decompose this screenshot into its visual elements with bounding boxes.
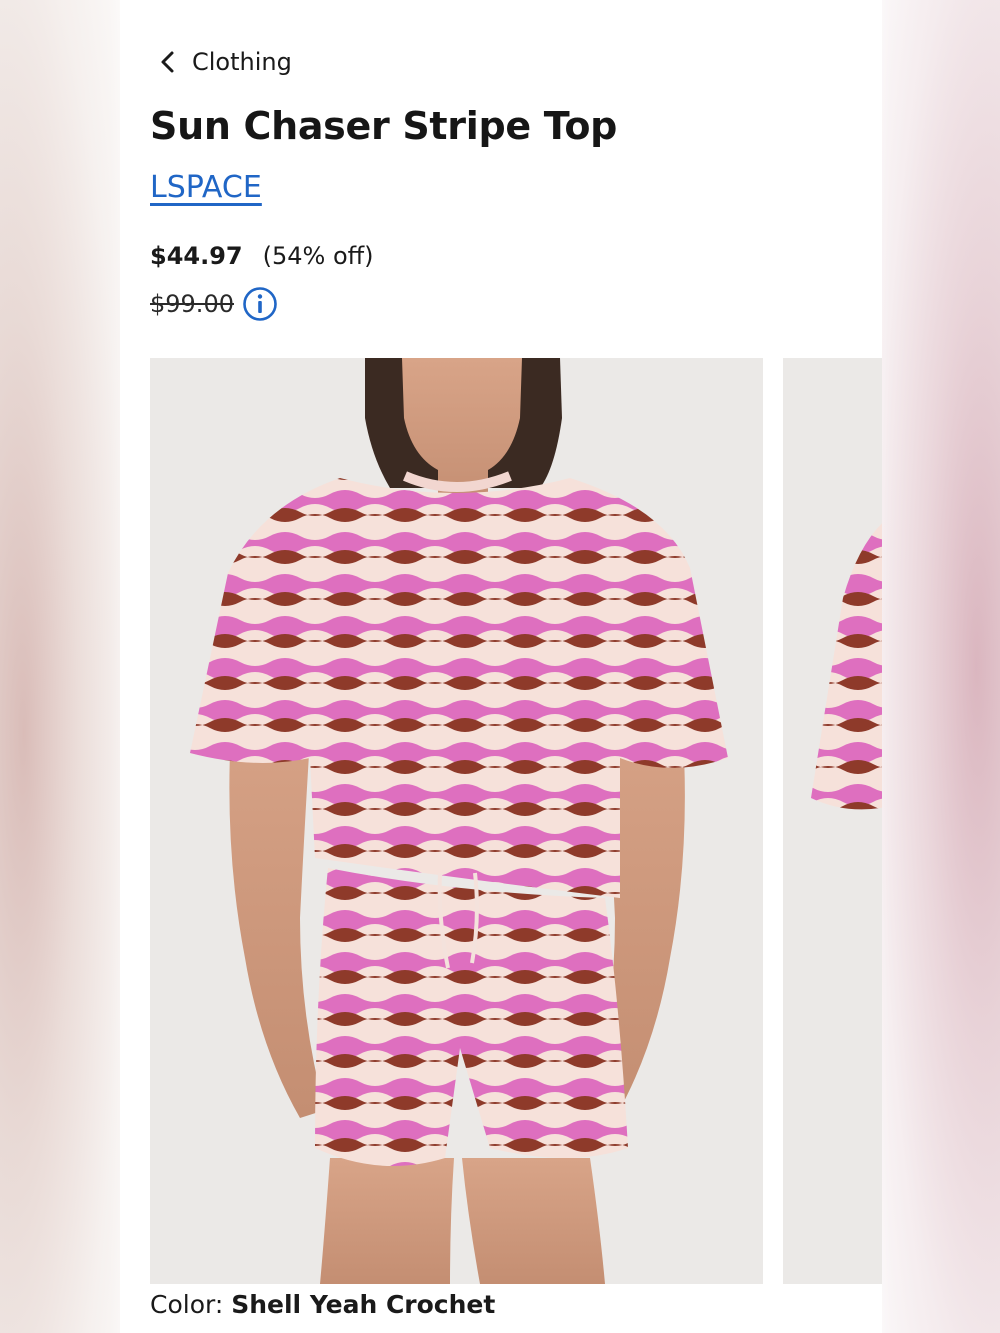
- sale-price: $44.97: [150, 242, 243, 270]
- original-price-row: $99.00: [150, 286, 278, 322]
- price-row: $44.97 (54% off): [150, 242, 374, 270]
- brand-link[interactable]: LSPACE: [150, 170, 262, 205]
- blurred-backdrop-left: [0, 0, 120, 1333]
- info-icon[interactable]: [242, 286, 278, 322]
- breadcrumb-back-link[interactable]: Clothing: [158, 44, 292, 80]
- blurred-backdrop-right: [882, 0, 1000, 1333]
- product-sheet: Clothing Sun Chaser Stripe Top LSPACE $4…: [120, 0, 882, 1333]
- color-value: Shell Yeah Crochet: [231, 1290, 496, 1319]
- chevron-left-icon: [161, 51, 174, 73]
- product-title: Sun Chaser Stripe Top: [150, 104, 618, 148]
- product-photo: [150, 358, 763, 1284]
- product-image-next[interactable]: [783, 358, 882, 1284]
- breadcrumb-label: Clothing: [192, 48, 292, 76]
- color-selection: Color: Shell Yeah Crochet: [150, 1290, 495, 1319]
- product-photo-partial: [783, 358, 882, 1284]
- product-image-main[interactable]: [150, 358, 763, 1284]
- discount-percent: (54% off): [262, 242, 374, 270]
- original-price: $99.00: [150, 290, 234, 318]
- color-label: Color:: [150, 1290, 224, 1319]
